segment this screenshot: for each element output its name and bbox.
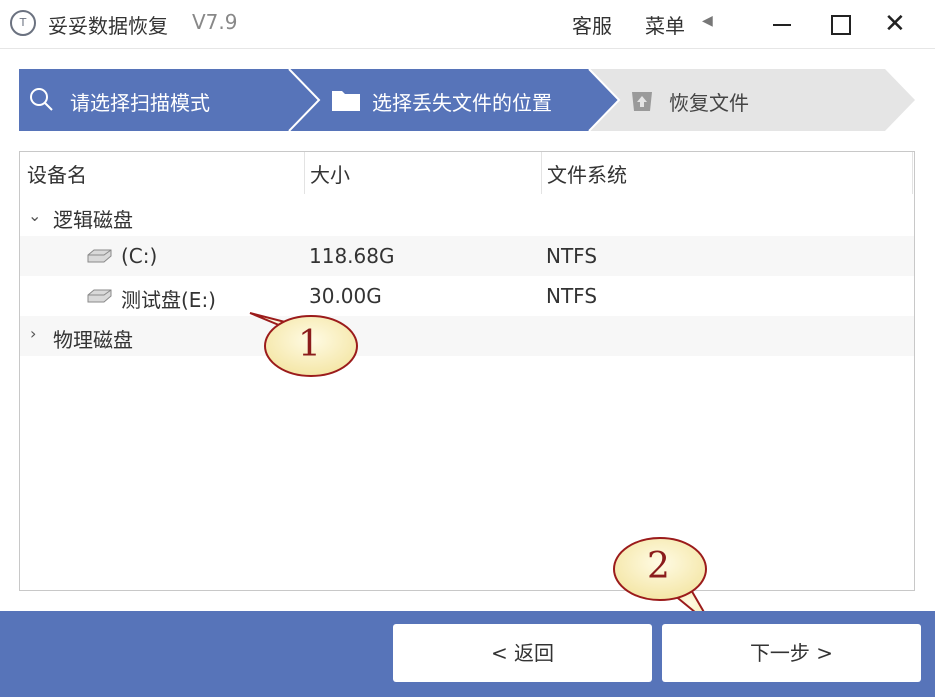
device-list-panel: 设备名 大小 文件系统 ⌄ 逻辑磁盘 (C:) 118.68G NTFS 测试盘… — [19, 151, 915, 591]
app-title: 妥妥数据恢复 — [48, 14, 168, 38]
menu-button[interactable]: 菜单 — [645, 10, 685, 39]
tree-group-physical-disks[interactable]: › 物理磁盘 — [20, 316, 914, 356]
table-row[interactable]: (C:) 118.68G NTFS — [20, 236, 914, 276]
close-button[interactable]: ✕ — [880, 8, 914, 40]
chevron-right-icon[interactable]: › — [30, 324, 36, 343]
device-filesystem: NTFS — [546, 284, 598, 308]
callout-2-number: 2 — [647, 546, 670, 587]
device-size: 118.68G — [309, 244, 395, 268]
device-name: 测试盘(E:) — [121, 288, 216, 312]
app-logo-icon: T — [10, 10, 36, 36]
group-label: 逻辑磁盘 — [53, 208, 133, 232]
step-2-label: 选择丢失文件的位置 — [372, 91, 552, 115]
bottom-action-bar: < 返回 下一步 > — [0, 611, 935, 697]
device-filesystem: NTFS — [546, 244, 598, 268]
next-step-button[interactable]: 下一步 > — [662, 624, 921, 682]
device-name: (C:) — [121, 244, 158, 268]
title-bar: T 妥妥数据恢复 V7.9 客服 菜单 ◀ ✕ — [0, 0, 935, 49]
folder-icon — [332, 91, 360, 111]
chevron-down-icon[interactable]: ⌄ — [28, 206, 41, 225]
column-header-filesystem[interactable]: 文件系统 — [547, 152, 627, 194]
customer-service-link[interactable]: 客服 — [572, 10, 612, 39]
maximize-button[interactable] — [822, 8, 856, 40]
device-size: 30.00G — [309, 284, 382, 308]
app-logo-text: T — [19, 16, 27, 29]
maximize-icon — [831, 15, 851, 35]
drive-icon — [87, 249, 112, 263]
minimize-button[interactable] — [764, 8, 798, 40]
column-divider — [541, 152, 542, 194]
search-icon — [30, 88, 53, 111]
menu-arrow-icon: ◀ — [702, 13, 713, 29]
column-divider — [304, 152, 305, 194]
step-3-label: 恢复文件 — [669, 91, 749, 115]
app-version: V7.9 — [192, 10, 238, 34]
close-icon: ✕ — [884, 9, 906, 39]
callout-1-number: 1 — [298, 324, 321, 365]
table-row[interactable]: 测试盘(E:) 30.00G NTFS — [20, 276, 914, 316]
group-label: 物理磁盘 — [53, 328, 133, 352]
column-header-size[interactable]: 大小 — [310, 152, 350, 194]
column-divider — [912, 152, 913, 194]
step-1-label: 请选择扫描模式 — [70, 91, 210, 115]
step-progress-bar: 请选择扫描模式 选择丢失文件的位置 恢复文件 — [19, 69, 915, 131]
back-button[interactable]: < 返回 — [393, 624, 652, 682]
tree-group-logical-disks[interactable]: ⌄ 逻辑磁盘 — [20, 196, 914, 236]
drive-icon — [87, 289, 112, 303]
column-header-device-name[interactable]: 设备名 — [27, 152, 87, 194]
upload-icon — [632, 92, 652, 111]
minimize-icon — [773, 24, 791, 26]
